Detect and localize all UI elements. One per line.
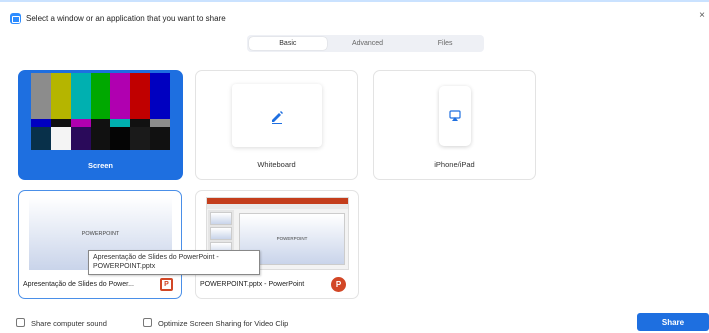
close-icon[interactable]: × xyxy=(699,11,705,21)
share-option-screen[interactable]: Screen xyxy=(18,70,183,180)
powerpoint-icon: P xyxy=(331,277,346,292)
iphone-label: iPhone/iPad xyxy=(434,160,475,169)
window-tooltip: Apresentação de Slides do PowerPoint - P… xyxy=(88,250,260,275)
tab-basic[interactable]: Basic xyxy=(249,37,327,50)
screen-label: Screen xyxy=(87,161,114,170)
share-tabs: Basic Advanced Files xyxy=(247,35,484,52)
whiteboard-label: Whiteboard xyxy=(257,160,296,169)
color-bars-thumbnail xyxy=(31,73,170,150)
share-sound-checkbox[interactable] xyxy=(16,318,25,327)
powerpoint-icon: P xyxy=(160,278,173,291)
tooltip-line-2: POWERPOINT.pptx xyxy=(93,263,156,270)
tab-files[interactable]: Files xyxy=(406,35,484,52)
zoom-share-icon xyxy=(10,12,21,24)
footer: Share computer sound Optimize Screen Sha… xyxy=(0,313,709,333)
optimize-video-checkbox[interactable] xyxy=(143,318,152,327)
optimize-video-label: Optimize Screen Sharing for Video Clip xyxy=(158,319,289,328)
dialog-title: Select a window or an application that y… xyxy=(26,13,226,23)
title-bar: Select a window or an application that y… xyxy=(10,10,226,26)
top-accent-line xyxy=(0,0,709,2)
thumbnail-text: POWERPOINT xyxy=(81,231,120,237)
pen-icon xyxy=(272,110,283,124)
whiteboard-card xyxy=(232,84,322,147)
airplay-icon xyxy=(449,110,461,121)
share-option-iphone-ipad[interactable]: iPhone/iPad xyxy=(373,70,536,180)
tab-advanced[interactable]: Advanced xyxy=(329,35,407,52)
share-option-window-pptx[interactable]: POWERPOINT POWERPOINT.pptx - PowerPoint … xyxy=(195,190,359,299)
share-option-window-slideshow[interactable]: POWERPOINT Apresentação de Slides do Pow… xyxy=(18,190,182,299)
thumbnail-text: POWERPOINT xyxy=(276,236,308,241)
share-sound-label: Share computer sound xyxy=(31,319,107,328)
tooltip-line-1: Apresentação de Slides do PowerPoint - xyxy=(93,254,219,261)
phone-illustration xyxy=(439,86,471,146)
window-label: Apresentação de Slides do Power... xyxy=(23,281,134,288)
window-label: POWERPOINT.pptx - PowerPoint xyxy=(200,281,305,288)
share-button[interactable]: Share xyxy=(637,313,709,331)
share-option-whiteboard[interactable]: Whiteboard xyxy=(195,70,358,180)
